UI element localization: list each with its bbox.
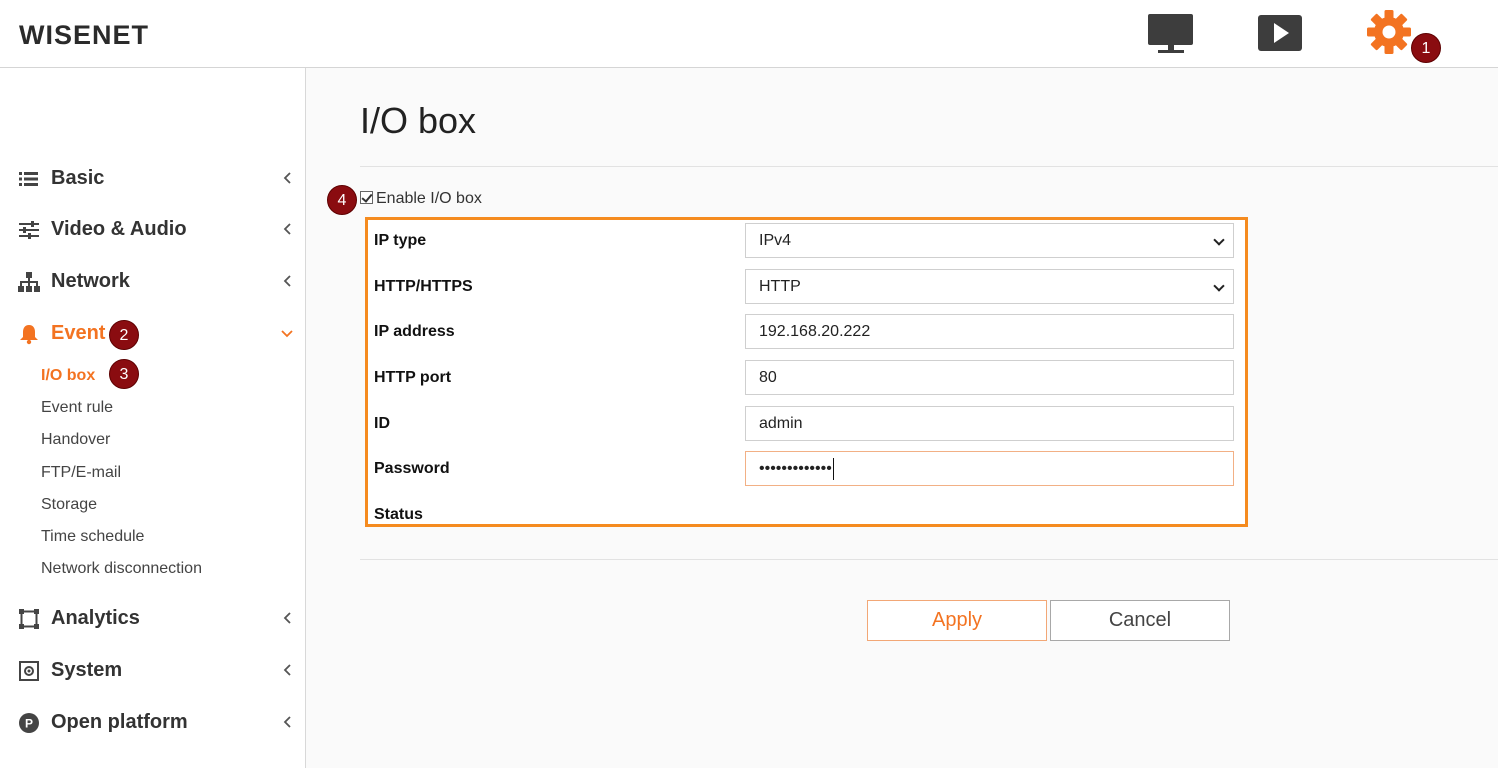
apply-button[interactable]: Apply — [867, 600, 1047, 641]
sidebar-subitem-storage[interactable]: Storage — [41, 496, 97, 514]
cancel-button[interactable]: Cancel — [1050, 600, 1230, 641]
sidebar-subitem-network-disconnection[interactable]: Network disconnection — [41, 560, 202, 578]
http-port-input[interactable]: 80 — [745, 360, 1234, 395]
step-badge-3: 3 — [109, 359, 139, 389]
sidebar-item-event[interactable]: Event — [0, 314, 306, 354]
enable-io-box-checkbox[interactable]: Enable I/O box — [360, 190, 482, 208]
password-label: Password — [374, 460, 450, 477]
chevron-left-icon — [280, 661, 294, 679]
status-label: Status — [374, 506, 423, 523]
sidebar-item-label: Basic — [51, 167, 105, 189]
sidebar-item-label: Video & Audio — [51, 218, 187, 240]
step-badge-4: 4 — [327, 185, 357, 215]
analytics-icon — [18, 608, 40, 630]
chevron-left-icon — [280, 713, 294, 731]
divider — [360, 559, 1498, 560]
http-port-label: HTTP port — [374, 369, 452, 386]
enable-io-box-label: Enable I/O box — [376, 190, 482, 207]
http-https-label: HTTP/HTTPS — [374, 278, 473, 295]
svg-text:P: P — [25, 717, 33, 731]
divider — [360, 166, 1498, 167]
sidebar-subitem-time-schedule[interactable]: Time schedule — [41, 528, 144, 546]
ip-address-input[interactable]: 192.168.20.222 — [745, 314, 1234, 349]
step-badge-1: 1 — [1411, 33, 1441, 63]
ip-type-select[interactable]: IPv4 — [745, 223, 1234, 258]
ip-address-label: IP address — [374, 323, 455, 340]
chevron-left-icon — [280, 169, 294, 187]
sidebar-item-label: Event — [51, 322, 106, 344]
network-icon — [18, 271, 40, 293]
sidebar-item-label: Network — [51, 270, 130, 292]
chevron-left-icon — [280, 220, 294, 238]
sidebar-item-video-audio[interactable]: Video & Audio — [0, 210, 306, 250]
main-content: I/O box 4 Enable I/O box IP type IPv4 HT… — [306, 68, 1498, 768]
sidebar-item-analytics[interactable]: Analytics — [0, 599, 306, 639]
password-input[interactable]: ••••••••••••• — [745, 451, 1234, 486]
checkbox-checked-icon[interactable] — [360, 191, 373, 204]
text-caret — [832, 457, 834, 480]
system-icon — [18, 660, 40, 682]
chevron-down-icon — [280, 324, 294, 342]
list-icon — [18, 168, 40, 190]
sidebar-subitem-event-rule[interactable]: Event rule — [41, 399, 113, 417]
sliders-icon — [18, 219, 40, 241]
sidebar-item-system[interactable]: System — [0, 651, 306, 691]
step-badge-2: 2 — [109, 320, 139, 350]
sidebar-item-network[interactable]: Network — [0, 262, 306, 302]
sidebar-subitem-io-box[interactable]: I/O box — [41, 367, 95, 385]
sidebar: Basic Video & Audio Network Event 2 I/O — [0, 68, 306, 768]
sidebar-subitem-ftp-email[interactable]: FTP/E-mail — [41, 464, 121, 482]
chevron-left-icon — [280, 272, 294, 290]
gear-icon[interactable] — [1364, 8, 1412, 54]
page-title: I/O box — [360, 100, 477, 141]
sidebar-item-open-platform[interactable]: P Open platform — [0, 703, 306, 743]
open-platform-icon: P — [18, 712, 40, 734]
top-header: WISENET 1 — [0, 0, 1498, 68]
io-box-settings-form: IP type IPv4 HTTP/HTTPS HTTP IP address … — [365, 217, 1248, 527]
sidebar-item-label: Open platform — [51, 711, 188, 733]
chevron-left-icon — [280, 609, 294, 627]
bell-icon — [18, 323, 40, 345]
monitor-icon[interactable] — [1147, 12, 1195, 56]
wisenet-logo: WISENET — [19, 20, 150, 50]
id-input[interactable]: admin — [745, 406, 1234, 441]
play-icon[interactable] — [1256, 12, 1304, 56]
sidebar-subitem-handover[interactable]: Handover — [41, 431, 110, 449]
sidebar-item-label: System — [51, 659, 123, 681]
sidebar-item-label: Analytics — [51, 607, 140, 629]
password-value: ••••••••••••• — [759, 460, 832, 477]
id-label: ID — [374, 415, 390, 432]
ip-type-label: IP type — [374, 232, 427, 249]
http-https-select[interactable]: HTTP — [745, 269, 1234, 304]
sidebar-item-basic[interactable]: Basic — [0, 159, 306, 199]
